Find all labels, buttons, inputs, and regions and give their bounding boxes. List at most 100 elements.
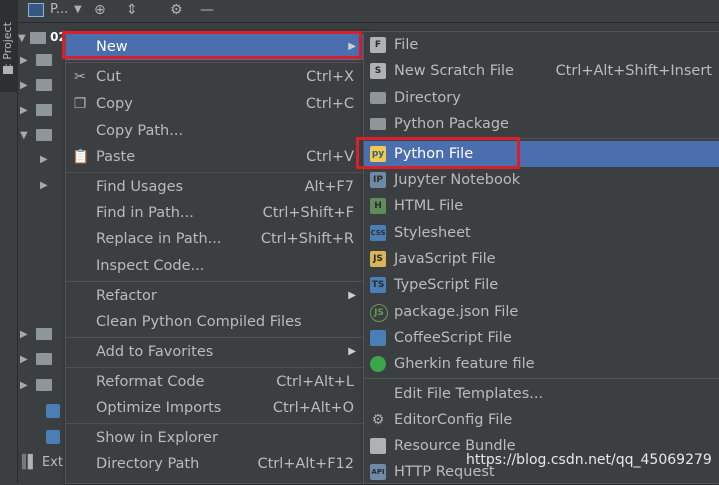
submenu-item-label: Gherkin feature file (394, 356, 535, 372)
submenu-item-typescript-file[interactable]: TS TypeScript File (364, 272, 719, 298)
python-file-icon[interactable] (46, 430, 60, 444)
dropdown-arrow-icon[interactable]: ▼ (74, 2, 82, 18)
python-file-icon[interactable] (46, 404, 60, 418)
project-toolbar: P... ▼ ⊕ ⇕ ⚙ — (18, 0, 719, 23)
menu-item-label: Find Usages (96, 179, 184, 195)
submenu-arrow-icon: ▶ (348, 290, 356, 301)
submenu-item-label: Directory (394, 90, 461, 106)
menu-item-directory-path[interactable]: Directory Path Ctrl+Alt+F12 (66, 451, 364, 477)
tree-row[interactable]: ▶ (20, 373, 53, 397)
submenu-item-gherkin-feature-file[interactable]: Gherkin feature file (364, 351, 719, 377)
javascript-file-icon: JS (370, 251, 386, 267)
menu-item-shortcut: Ctrl+Alt+O (272, 400, 354, 416)
submenu-item-label: CoffeeScript File (394, 330, 512, 346)
scissors-icon: ✂ (74, 69, 86, 85)
tree-root-row[interactable]: ▼ 02 (18, 25, 67, 49)
tree-row[interactable]: ▶ (20, 48, 53, 72)
menu-item-optimize-imports[interactable]: Optimize Imports Ctrl+Alt+O (66, 395, 364, 421)
context-menu: New ▶ ✂ Cut Ctrl+X ❐ Copy Ctrl+C Copy Pa… (65, 31, 365, 484)
submenu-item-jupyter-notebook[interactable]: IP Jupyter Notebook (364, 167, 719, 193)
menu-separator (66, 172, 364, 173)
menu-item-label: Replace in Path... (96, 231, 222, 247)
chevron-right-icon: ▶ (40, 180, 48, 191)
api-icon: API (370, 464, 386, 480)
menu-item-cut[interactable]: ✂ Cut Ctrl+X (66, 64, 364, 90)
menu-item-label: Paste (96, 149, 136, 165)
html-file-icon: H (370, 198, 386, 214)
minimize-icon[interactable]: — (200, 2, 214, 18)
submenu-item-new-scratch-file[interactable]: S New Scratch File Ctrl+Alt+Shift+Insert (364, 58, 719, 84)
folder-icon (36, 128, 53, 141)
submenu-item-shortcut: Ctrl+Alt+Shift+Insert (555, 63, 712, 79)
submenu-item-label: Stylesheet (394, 225, 471, 241)
folder-icon (36, 53, 53, 66)
chevron-right-icon: ▶ (20, 80, 28, 91)
tree-row[interactable]: ▶ (20, 98, 53, 122)
menu-item-copy[interactable]: ❐ Copy Ctrl+C (66, 91, 364, 117)
tree-row[interactable]: ▶ (20, 73, 53, 97)
menu-item-label: Copy (96, 96, 133, 112)
menu-item-paste[interactable]: 📋 Paste Ctrl+V (66, 144, 364, 170)
menu-item-label: Cut (96, 69, 121, 85)
submenu-item-package-json-file[interactable]: JS package.json File (364, 299, 719, 325)
project-tab-label[interactable]: 1: Project (1, 7, 17, 89)
menu-item-find-usages[interactable]: Find Usages Alt+F7 (66, 174, 364, 200)
tree-row[interactable]: ▶ (20, 347, 53, 371)
menu-item-label: Refactor (96, 288, 157, 304)
typescript-file-icon: TS (370, 277, 386, 293)
libraries-icon: ║▌ (20, 455, 38, 470)
resource-bundle-icon (370, 438, 386, 454)
menu-item-show-in-explorer[interactable]: Show in Explorer (66, 425, 364, 451)
folder-icon (36, 103, 53, 116)
menu-item-label: Reformat Code (96, 374, 205, 390)
locate-icon[interactable]: ⊕ (94, 2, 106, 18)
submenu-item-label: TypeScript File (394, 277, 499, 293)
menu-item-copy-path[interactable]: Copy Path... (66, 118, 364, 144)
menu-separator (66, 62, 364, 63)
project-selector[interactable]: P... (50, 2, 68, 18)
gherkin-icon (370, 356, 386, 372)
tree-row[interactable]: ▶ (40, 147, 52, 171)
submenu-item-coffeescript-file[interactable]: CoffeeScript File (364, 325, 719, 351)
submenu-item-edit-file-templates[interactable]: Edit File Templates... (364, 381, 719, 407)
submenu-item-python-package[interactable]: Python Package (364, 111, 719, 137)
menu-item-shortcut: Ctrl+Alt+L (276, 374, 354, 390)
highlight-box-python-file (356, 137, 520, 169)
menu-item-clean-python-compiled[interactable]: Clean Python Compiled Files (66, 309, 364, 335)
copy-icon: ❐ (73, 96, 87, 112)
submenu-item-editorconfig-file[interactable]: ⚙ EditorConfig File (364, 407, 719, 433)
menu-item-replace-in-path[interactable]: Replace in Path... Ctrl+Shift+R (66, 226, 364, 252)
submenu-item-label: Jupyter Notebook (394, 172, 521, 188)
external-libraries-label: Ext (41, 455, 63, 470)
menu-separator (66, 367, 364, 368)
submenu-item-stylesheet[interactable]: CSS Stylesheet (364, 220, 719, 246)
submenu-item-file[interactable]: F File (364, 32, 719, 58)
collapse-icon[interactable]: ⇕ (126, 2, 138, 18)
menu-separator (66, 281, 364, 282)
submenu-item-html-file[interactable]: H HTML File (364, 193, 719, 219)
menu-item-refactor[interactable]: Refactor ▶ (66, 283, 364, 309)
watermark: https://blog.csdn.net/qq_45069279 (466, 452, 712, 468)
jupyter-icon: IP (370, 172, 386, 188)
coffeescript-file-icon (370, 330, 386, 346)
menu-item-reformat-code[interactable]: Reformat Code Ctrl+Alt+L (66, 369, 364, 395)
tree-row[interactable]: ▼ (20, 123, 53, 147)
menu-item-label: Show in Explorer (96, 430, 218, 446)
tree-row[interactable]: ▶ (20, 322, 53, 346)
window-icon (28, 3, 44, 17)
chevron-right-icon: ▶ (20, 380, 28, 391)
menu-item-shortcut: Ctrl+Alt+F12 (257, 456, 354, 472)
tree-row[interactable]: ▶ (40, 173, 52, 197)
gear-icon: ⚙ (371, 412, 385, 428)
menu-item-shortcut: Ctrl+Shift+R (260, 231, 354, 247)
gear-icon[interactable]: ⚙ (170, 2, 183, 18)
package-icon (370, 118, 386, 130)
submenu-item-javascript-file[interactable]: JS JavaScript File (364, 246, 719, 272)
folder-icon (3, 66, 13, 74)
external-libraries-row[interactable]: ║▌ Ext (20, 451, 63, 475)
menu-item-label: Optimize Imports (96, 400, 222, 416)
menu-item-inspect-code[interactable]: Inspect Code... (66, 253, 364, 279)
submenu-item-directory[interactable]: Directory (364, 85, 719, 111)
menu-item-find-in-path[interactable]: Find in Path... Ctrl+Shift+F (66, 200, 364, 226)
menu-item-add-to-favorites[interactable]: Add to Favorites ▶ (66, 339, 364, 365)
